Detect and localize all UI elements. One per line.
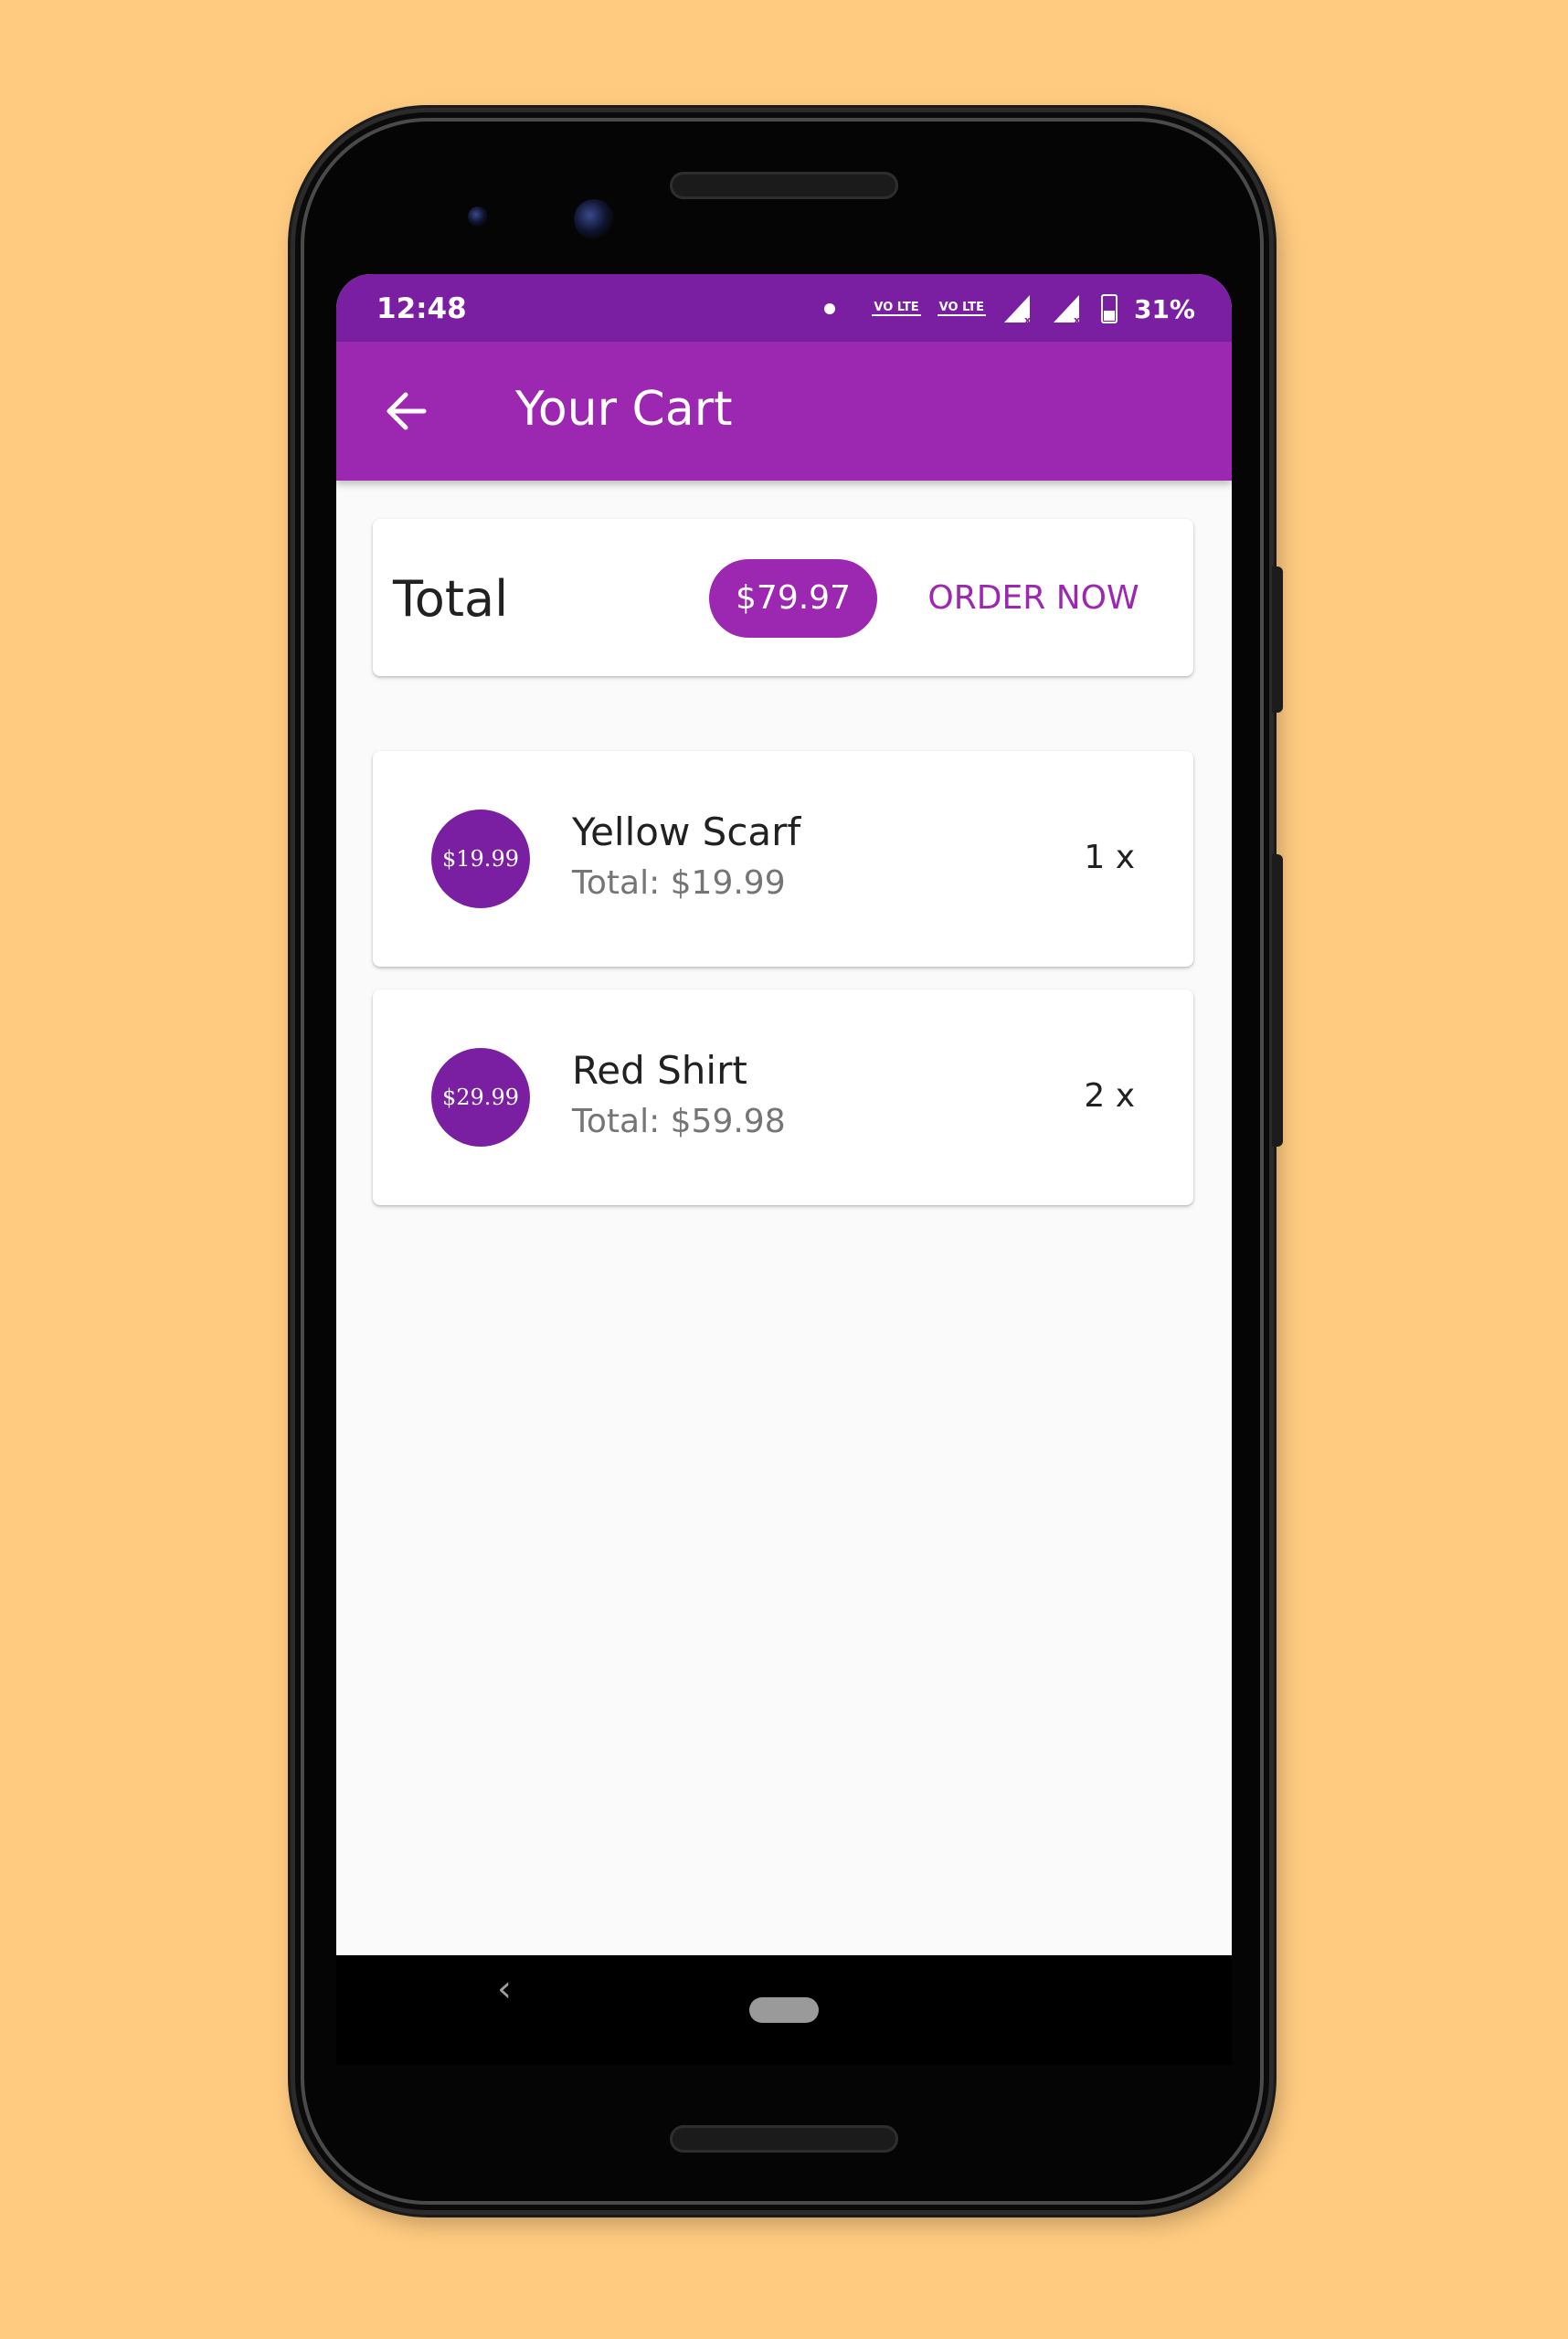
- front-camera: [574, 199, 614, 239]
- total-label: Total: [393, 570, 509, 628]
- signal-1-icon: x: [1003, 295, 1031, 324]
- order-now-button[interactable]: ORDER NOW: [910, 559, 1157, 638]
- front-sensor: [468, 206, 488, 227]
- cart-item[interactable]: $29.99 Red Shirt Total: $59.98 2 x: [373, 990, 1193, 1205]
- total-amount-chip: $79.97: [709, 559, 877, 638]
- app-bar: Your Cart: [336, 342, 1232, 481]
- svg-text:x: x: [1074, 314, 1080, 324]
- volte-1-icon: VO LTE: [872, 301, 921, 316]
- item-total: Total: $19.99: [572, 864, 786, 902]
- item-quantity: 1 x: [1084, 839, 1135, 876]
- bottom-speaker: [670, 2125, 898, 2153]
- item-title: Red Shirt: [572, 1048, 747, 1093]
- nav-back-icon[interactable]: ‹: [497, 1968, 512, 2010]
- earpiece-speaker: [670, 172, 898, 199]
- screen: 12:48 VO LTE VO LTE x x 31% Your Cart To…: [336, 274, 1232, 1955]
- cart-content: Total $79.97 ORDER NOW $19.99 Yellow Sca…: [336, 481, 1232, 1955]
- battery-icon: [1100, 294, 1118, 323]
- system-nav-bar: ‹: [336, 1955, 1232, 2065]
- battery-percent: 31%: [1133, 293, 1195, 324]
- total-card: Total $79.97 ORDER NOW: [373, 519, 1193, 676]
- item-total: Total: $59.98: [572, 1103, 786, 1140]
- notification-dot-icon: [824, 303, 836, 314]
- page-title: Your Cart: [515, 382, 733, 437]
- cart-item[interactable]: $19.99 Yellow Scarf Total: $19.99 1 x: [373, 751, 1193, 967]
- signal-2-icon: x: [1053, 295, 1080, 324]
- item-price-avatar: $29.99: [431, 1048, 530, 1147]
- status-time: 12:48: [376, 292, 467, 325]
- home-pill-icon[interactable]: [749, 1997, 819, 2023]
- arrow-back-icon[interactable]: [382, 387, 429, 435]
- volte-2-icon: VO LTE: [937, 301, 986, 316]
- item-title: Yellow Scarf: [572, 810, 801, 854]
- item-price-avatar: $19.99: [431, 810, 530, 908]
- svg-text:x: x: [1024, 314, 1031, 324]
- status-icons: VO LTE VO LTE x x 31%: [824, 289, 1195, 329]
- status-bar: 12:48 VO LTE VO LTE x x 31%: [336, 274, 1232, 342]
- volume-button: [1272, 854, 1283, 1147]
- item-quantity: 2 x: [1084, 1077, 1135, 1115]
- power-button: [1272, 566, 1283, 713]
